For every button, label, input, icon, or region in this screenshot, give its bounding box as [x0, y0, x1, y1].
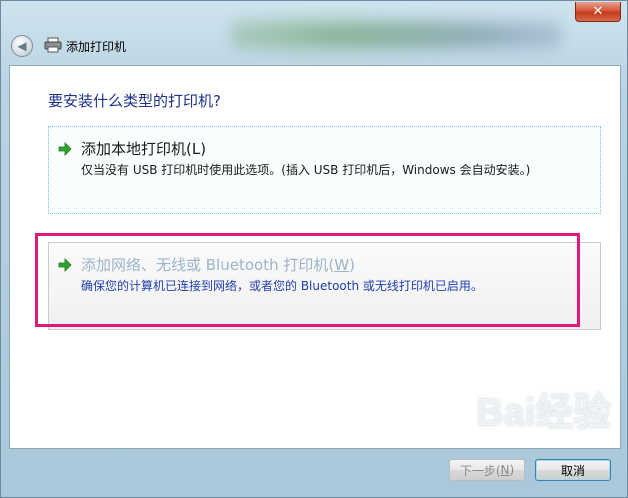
- option-title: 添加本地打印机(L): [81, 140, 207, 158]
- window-frame: ✕ ◀ 添加打印机 要安装什么类型的打印机? 添加本地打印机(L) 仅当没有 U…: [0, 0, 628, 498]
- option-add-network-printer[interactable]: 添加网络、无线或 Bluetooth 打印机(W) 确保您的计算机已连接到网络，…: [48, 242, 601, 330]
- back-button[interactable]: ◀: [11, 35, 33, 57]
- cancel-button[interactable]: 取消: [535, 459, 611, 481]
- close-icon: ✕: [592, 4, 604, 19]
- back-arrow-icon: ◀: [17, 39, 27, 53]
- blurred-background: [231, 7, 561, 63]
- option-title: 添加网络、无线或 Bluetooth 打印机(W): [81, 256, 355, 274]
- window-title: 添加打印机: [66, 40, 127, 54]
- option-description: 确保您的计算机已连接到网络，或者您的 Bluetooth 或无线打印机已启用。: [81, 279, 483, 293]
- printer-icon: [44, 37, 62, 53]
- option-description: 仅当没有 USB 打印机时使用此选项。(插入 USB 打印机后，Windows …: [81, 163, 531, 177]
- close-button[interactable]: ✕: [575, 2, 621, 22]
- option-add-local-printer[interactable]: 添加本地打印机(L) 仅当没有 USB 打印机时使用此选项。(插入 USB 打印…: [48, 126, 601, 214]
- page-heading: 要安装什么类型的打印机?: [48, 92, 221, 110]
- green-arrow-icon: [58, 258, 72, 272]
- green-arrow-icon: [58, 142, 72, 156]
- next-button[interactable]: 下一步(N): [449, 459, 525, 481]
- watermark: Bai经验: [476, 392, 612, 434]
